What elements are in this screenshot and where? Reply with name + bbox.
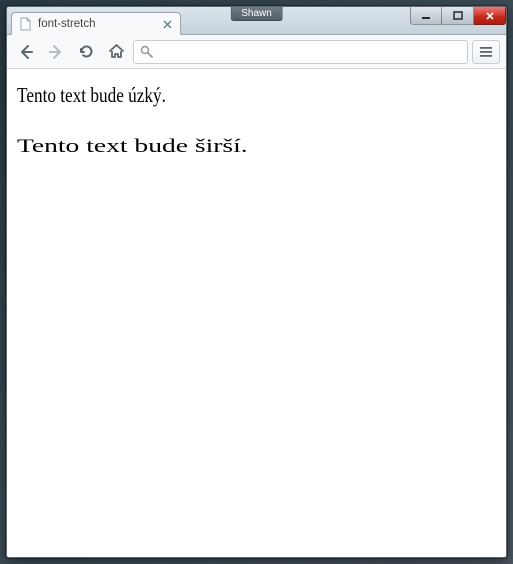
window-controls bbox=[410, 7, 506, 25]
titlebar: Shawn font-stretch bbox=[7, 7, 506, 35]
minimize-button[interactable] bbox=[410, 7, 442, 25]
address-bar[interactable] bbox=[133, 40, 468, 64]
tab-close-button[interactable] bbox=[160, 17, 174, 31]
arrow-left-icon bbox=[17, 43, 35, 61]
home-icon bbox=[108, 43, 125, 60]
page-viewport: Tento text bude úzký. Tento text bude ši… bbox=[7, 69, 506, 557]
hamburger-icon bbox=[479, 46, 493, 58]
browser-window: Shawn font-stretch bbox=[6, 6, 507, 558]
close-icon bbox=[163, 20, 172, 29]
home-button[interactable] bbox=[103, 40, 129, 64]
active-tab[interactable]: font-stretch bbox=[11, 12, 181, 35]
toolbar bbox=[7, 35, 506, 69]
maximize-icon bbox=[453, 11, 463, 21]
arrow-right-icon bbox=[47, 43, 65, 61]
user-badge[interactable]: Shawn bbox=[230, 7, 283, 21]
desktop-background: Shawn font-stretch bbox=[0, 0, 513, 564]
address-input[interactable] bbox=[159, 43, 461, 60]
maximize-button[interactable] bbox=[442, 7, 474, 25]
search-icon bbox=[140, 45, 153, 58]
minimize-icon bbox=[421, 11, 431, 21]
reload-button[interactable] bbox=[73, 40, 99, 64]
condensed-sample-text: Tento text bude úzký. bbox=[17, 83, 166, 108]
tab-title: font-stretch bbox=[38, 18, 96, 30]
close-button[interactable] bbox=[474, 7, 506, 25]
back-button[interactable] bbox=[13, 40, 39, 64]
reload-icon bbox=[78, 43, 95, 60]
page-file-icon bbox=[20, 17, 32, 31]
menu-button[interactable] bbox=[472, 40, 500, 64]
forward-button[interactable] bbox=[43, 40, 69, 64]
close-icon bbox=[485, 11, 495, 21]
page-content: Tento text bude úzký. Tento text bude ši… bbox=[7, 69, 506, 167]
expanded-sample-text: Tento text bude širší. bbox=[17, 136, 248, 159]
